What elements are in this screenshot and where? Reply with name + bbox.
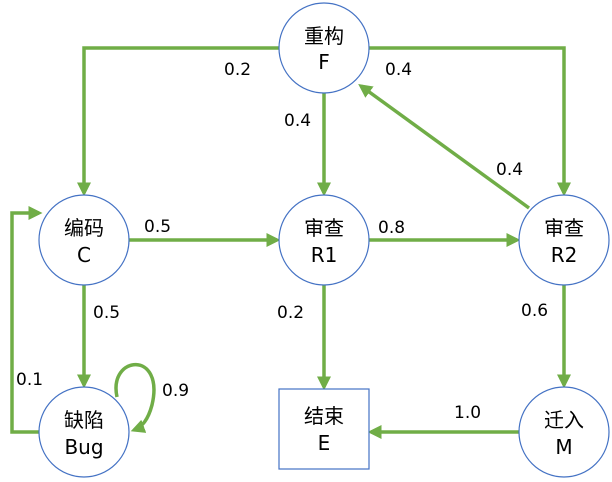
node-e — [278, 388, 370, 470]
edge-label-f-r1: 0.4 — [284, 111, 311, 131]
node-r2 — [518, 194, 610, 286]
node-bug-name: 缺陷 — [64, 408, 104, 432]
edge-label-c-bug: 0.5 — [93, 303, 120, 323]
node-m-code: M — [555, 435, 572, 459]
node-m — [518, 386, 610, 478]
edge-label-bug-self: 0.9 — [162, 381, 189, 401]
node-bug-code: Bug — [64, 435, 103, 459]
edge-bug-to-c — [10, 206, 43, 434]
edge-label-r1-r2: 0.8 — [378, 218, 405, 238]
edge-r2-to-f — [358, 83, 531, 210]
edge-label-r2-m: 0.6 — [521, 301, 548, 321]
node-e-name: 结束 — [304, 404, 344, 428]
node-r2-name: 审查 — [544, 216, 584, 240]
node-r2-code: R2 — [551, 243, 578, 267]
edge-label-bug-c: 0.1 — [16, 370, 43, 390]
edge-label-c-r1: 0.5 — [144, 217, 171, 237]
edge-label-f-r2: 0.4 — [385, 60, 412, 80]
node-r1-name: 审查 — [304, 216, 344, 240]
edge-label-r1-e: 0.2 — [277, 303, 304, 323]
node-c-code: C — [77, 243, 91, 267]
node-f-code: F — [318, 50, 330, 74]
node-m-name: 迁入 — [544, 408, 584, 432]
node-e-code: E — [318, 431, 331, 455]
node-c-name: 编码 — [64, 216, 104, 240]
node-c — [38, 194, 130, 286]
node-r1 — [278, 194, 370, 286]
edge-label-m-e: 1.0 — [454, 403, 481, 423]
node-f — [278, 2, 370, 94]
node-bug — [38, 386, 130, 478]
state-diagram: 0.2 0.4 0.4 0.4 0.5 0.8 0.5 0.1 0.9 0.2 … — [10, 2, 610, 478]
edge-label-r2-f: 0.4 — [496, 160, 523, 180]
edge-label-f-c: 0.2 — [224, 60, 251, 80]
node-f-name: 重构 — [304, 24, 344, 48]
node-r1-code: R1 — [311, 243, 338, 267]
